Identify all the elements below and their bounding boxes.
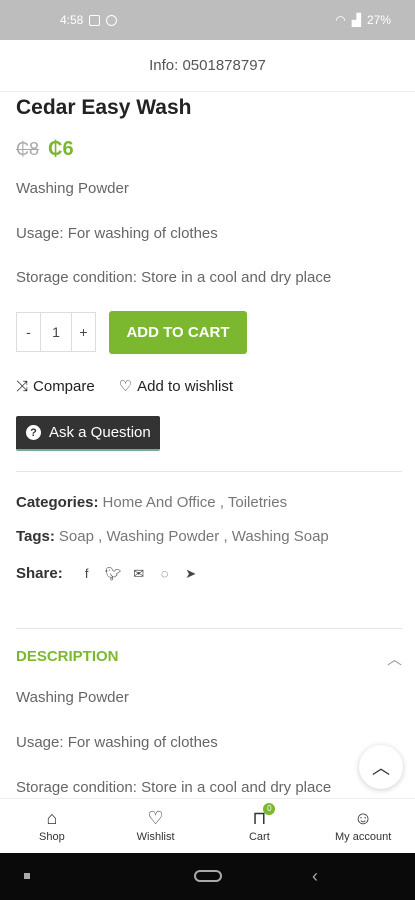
- twitter-icon[interactable]: 🐦︎: [105, 566, 122, 582]
- info-bar: Info: 0501878797: [0, 40, 415, 92]
- heart-icon: ♡: [118, 378, 133, 395]
- store-icon: ⌂: [46, 808, 58, 828]
- email-icon[interactable]: ✉: [131, 566, 147, 582]
- scroll-to-top-button[interactable]: ︿: [359, 745, 403, 789]
- tags-label: Tags:: [16, 528, 55, 545]
- wishlist-link[interactable]: ♡ Add to wishlist: [118, 377, 234, 396]
- categories-label: Categories:: [16, 494, 99, 511]
- gallery-icon: [89, 14, 101, 26]
- cart-count-badge: 0: [263, 803, 276, 815]
- status-time: 4:58: [60, 13, 84, 27]
- wifi-icon: ◠: [335, 13, 346, 27]
- telegram-icon[interactable]: ➤: [183, 566, 199, 582]
- compare-label: Compare: [33, 377, 95, 395]
- nav-shop[interactable]: ⌂ Shop: [0, 799, 104, 853]
- divider: [16, 471, 402, 472]
- old-price: ₵8: [16, 139, 40, 159]
- shuffle-icon: ⤨: [16, 377, 29, 395]
- user-icon: ☺: [353, 808, 373, 828]
- whatsapp-icon[interactable]: ◌: [157, 566, 173, 581]
- cart-icon: ⊓ 0: [252, 803, 276, 827]
- recents-icon[interactable]: [24, 873, 30, 879]
- facebook-icon[interactable]: f: [79, 566, 95, 581]
- categories: Categories: Home And Office , Toiletries: [16, 494, 287, 511]
- short-desc-line: Washing Powder: [16, 180, 129, 197]
- tags-links[interactable]: Soap , Washing Powder , Washing Soap: [59, 528, 329, 545]
- nav-wishlist-label: Wishlist: [136, 831, 175, 843]
- battery-level: 27%: [366, 13, 391, 27]
- chevron-up-icon: ︿: [386, 651, 402, 668]
- qty-decrease-button[interactable]: -: [17, 313, 40, 351]
- question-icon: ?: [26, 425, 41, 440]
- description-accordion[interactable]: DESCRIPTION ︿: [16, 648, 402, 669]
- status-bar: 4:58 ◠ ▟ 27%: [0, 0, 415, 40]
- share-row: Share: f 🐦︎ ✉ ◌ ➤: [16, 565, 199, 582]
- whatsapp-icon: [106, 14, 118, 26]
- android-nav-bar: ‹: [0, 853, 415, 900]
- nav-account-label: My account: [335, 831, 392, 843]
- short-desc-line: Usage: For washing of clothes: [16, 225, 218, 242]
- description-heading: DESCRIPTION: [16, 648, 119, 665]
- share-label: Share:: [16, 565, 63, 582]
- compare-link[interactable]: ⤨ Compare: [16, 377, 95, 395]
- ask-question-label: Ask a Question: [49, 424, 151, 441]
- bottom-nav: ⌂ Shop ♡ Wishlist ⊓ 0 Cart ☺ My account: [0, 798, 415, 853]
- home-icon[interactable]: [194, 870, 222, 882]
- short-desc-line: Storage condition: Store in a cool and d…: [16, 269, 332, 286]
- add-to-cart-button[interactable]: ADD TO CART: [109, 311, 247, 354]
- divider: [16, 628, 402, 629]
- price: ₵8 ₵6: [16, 138, 74, 161]
- product-actions: ⤨ Compare ♡ Add to wishlist: [16, 377, 234, 396]
- quantity-stepper: - 1 +: [16, 312, 96, 352]
- nav-cart-label: Cart: [248, 831, 270, 843]
- nav-wishlist[interactable]: ♡ Wishlist: [104, 799, 208, 853]
- product-title: Cedar Easy Wash: [16, 96, 192, 119]
- nav-account[interactable]: ☺ My account: [311, 799, 415, 853]
- wishlist-label: Add to wishlist: [137, 377, 234, 395]
- nav-shop-label: Shop: [39, 831, 65, 843]
- new-price: ₵6: [48, 138, 74, 160]
- qty-input[interactable]: 1: [40, 313, 72, 351]
- signal-icon: ▟: [351, 13, 361, 27]
- back-icon[interactable]: ‹: [312, 866, 318, 887]
- description-line: Washing Powder: [16, 689, 129, 706]
- tags: Tags: Soap , Washing Powder , Washing Soa…: [16, 528, 329, 545]
- heart-icon: ♡: [147, 808, 164, 828]
- qty-increase-button[interactable]: +: [72, 313, 95, 351]
- categories-links[interactable]: Home And Office , Toiletries: [103, 494, 288, 511]
- description-line: Storage condition: Store in a cool and d…: [16, 779, 332, 796]
- description-line: Usage: For washing of clothes: [16, 734, 218, 751]
- nav-cart[interactable]: ⊓ 0 Cart: [208, 799, 312, 853]
- chevron-up-icon: ︿: [372, 758, 390, 778]
- ask-question-button[interactable]: ? Ask a Question: [16, 416, 160, 451]
